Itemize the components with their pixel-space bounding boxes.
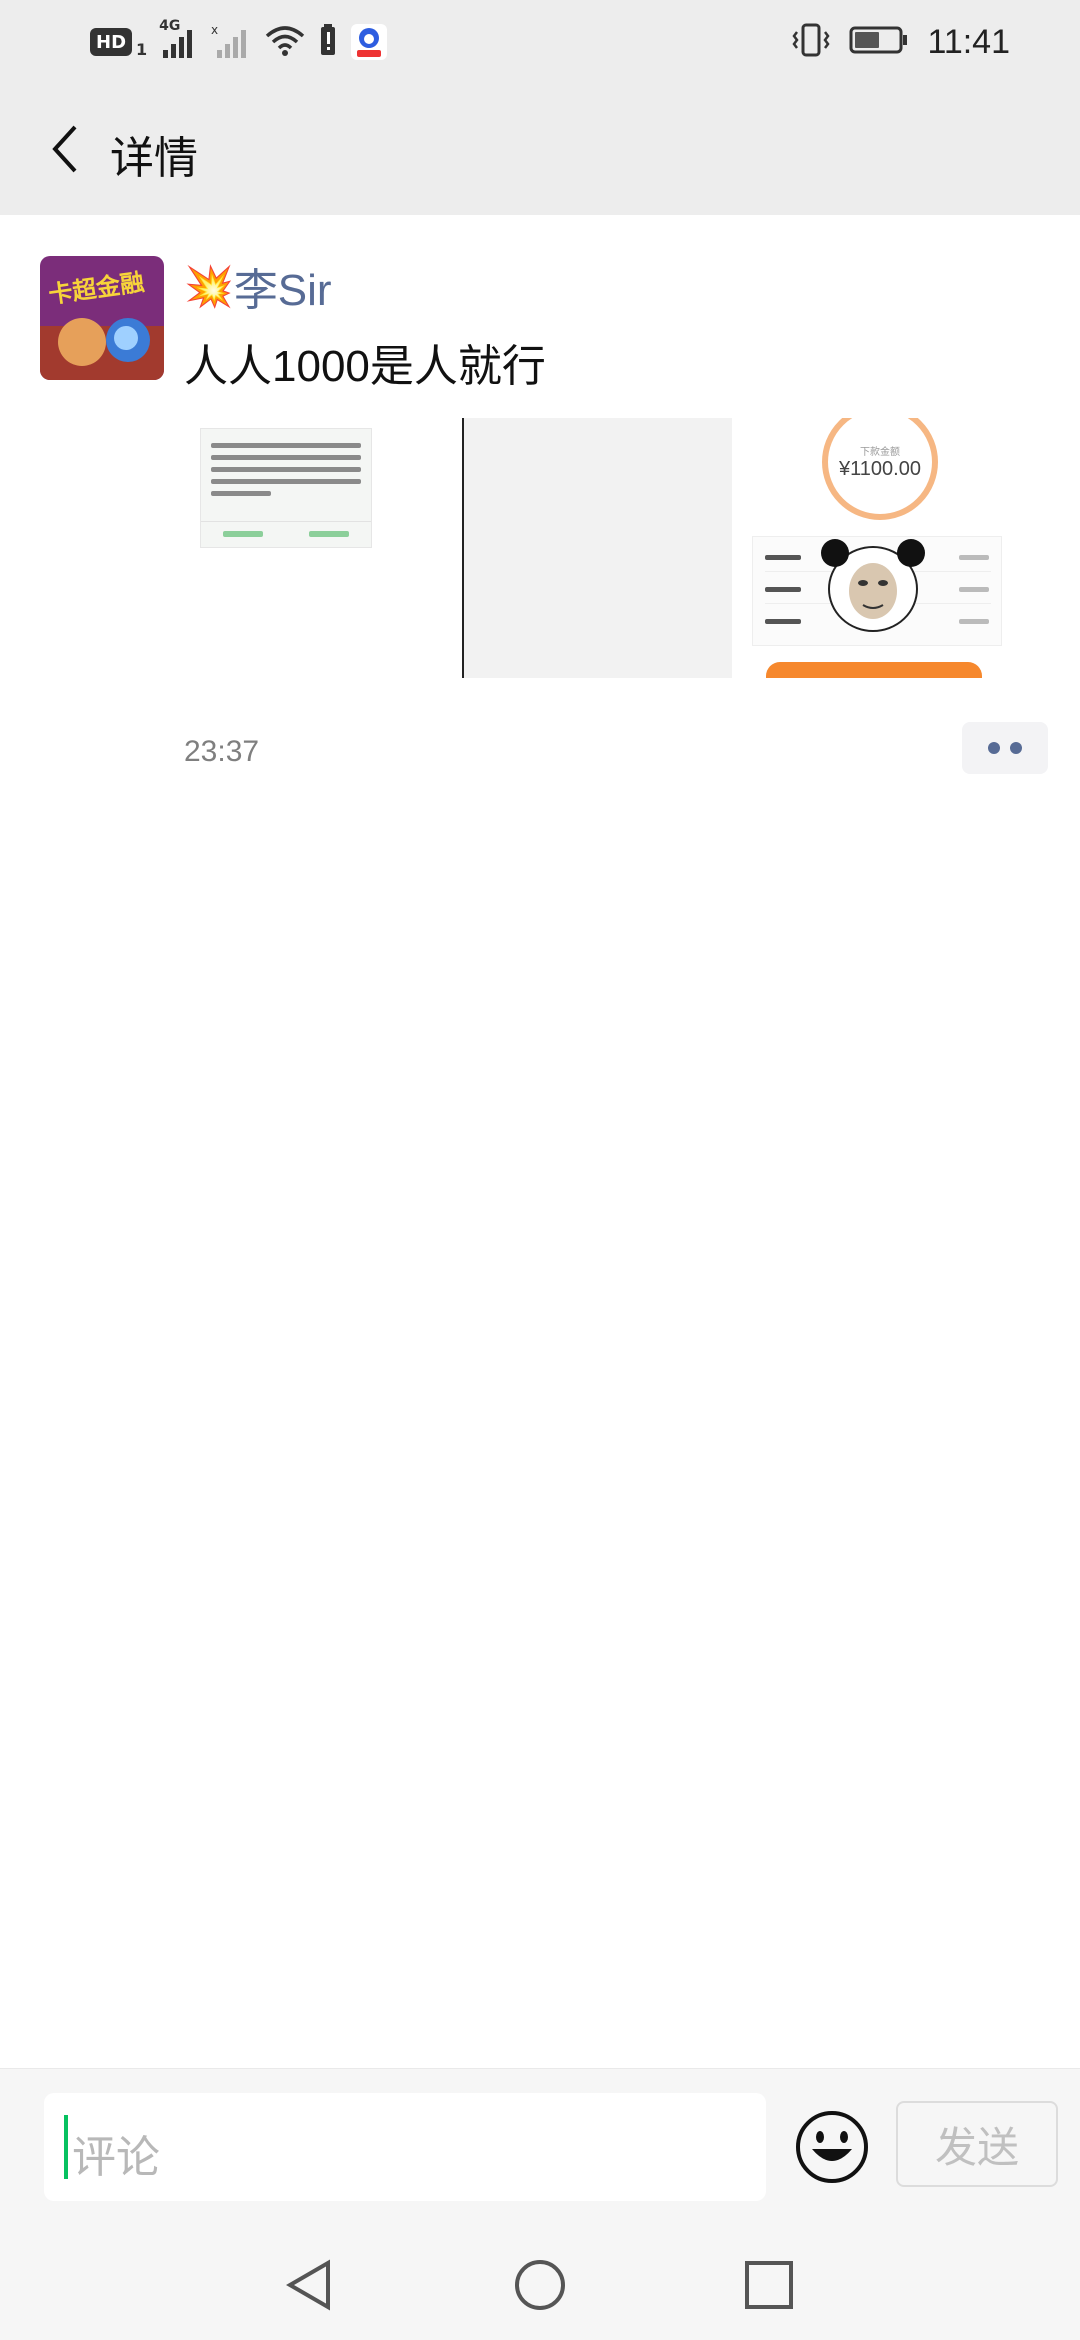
post-images: 下款金额 ¥1100.00 <box>184 418 1004 678</box>
status-icons-left: HD 1 4G x <box>90 18 388 62</box>
avatar[interactable]: 卡超金融 <box>40 256 164 380</box>
nav-home-button[interactable] <box>505 2250 575 2320</box>
post-image-sms[interactable] <box>184 418 462 678</box>
system-nav-bar <box>0 2226 1080 2340</box>
comment-bar: 评论 发送 <box>0 2068 1080 2226</box>
more-dot-icon <box>988 742 1000 754</box>
triangle-back-icon <box>286 2259 330 2311</box>
status-icons-right: 11:41 <box>791 18 1010 66</box>
nav-recents-button[interactable] <box>734 2250 804 2320</box>
loan-action-button <box>766 662 982 678</box>
send-button[interactable]: 发送 <box>896 2101 1058 2187</box>
post-image-loan[interactable]: 下款金额 ¥1100.00 <box>732 418 1004 678</box>
post-author[interactable]: 💥 李Sir <box>184 256 332 316</box>
back-button[interactable] <box>30 114 100 184</box>
status-bar: HD 1 4G x 11:41 <box>0 0 1080 84</box>
baidu-app-icon <box>351 24 388 60</box>
post-image-blank[interactable] <box>462 418 732 678</box>
cellular-signal-2-icon: x <box>211 23 251 60</box>
sim-number: 1 <box>136 39 148 59</box>
battery-alert-icon <box>319 22 339 62</box>
comment-input[interactable]: 评论 <box>44 2093 766 2201</box>
explosion-icon: 💥 <box>184 263 234 310</box>
battery-icon <box>849 22 909 62</box>
page-title: 详情 <box>110 133 198 184</box>
cellular-signal-icon: 4G <box>159 18 199 60</box>
clock-time: 11:41 <box>927 22 1010 61</box>
emoji-button[interactable] <box>794 2109 870 2185</box>
back-arrow-icon <box>52 125 77 173</box>
loan-amount: ¥1100.00 <box>839 458 921 480</box>
wifi-icon <box>263 22 307 62</box>
circle-home-icon <box>515 2260 565 2310</box>
nav-back-button[interactable] <box>274 2250 344 2320</box>
post-timestamp: 23:37 <box>184 735 260 768</box>
network-type-label: 4G <box>159 18 181 34</box>
loan-details-card <box>752 536 1002 646</box>
more-dot-icon <box>1010 742 1022 754</box>
sms-card <box>200 428 372 548</box>
loan-amount-ring: 下款金额 ¥1100.00 <box>822 418 938 520</box>
text-caret <box>64 2115 68 2179</box>
panda-meme-icon <box>821 539 925 632</box>
square-recents-icon <box>745 2261 793 2309</box>
app-header: 详情 <box>0 84 1080 215</box>
smiley-icon <box>796 2111 868 2183</box>
svg-text:x: x <box>211 24 218 37</box>
author-name[interactable]: 李Sir <box>234 254 332 318</box>
more-actions-button[interactable] <box>962 722 1048 774</box>
comment-placeholder: 评论 <box>72 2132 160 2183</box>
vibrate-icon <box>791 22 831 62</box>
post-text: 人人1000是人就行 <box>184 342 546 391</box>
loan-amount-label: 下款金额 <box>860 447 900 458</box>
hd-voice-icon: HD <box>90 28 133 56</box>
